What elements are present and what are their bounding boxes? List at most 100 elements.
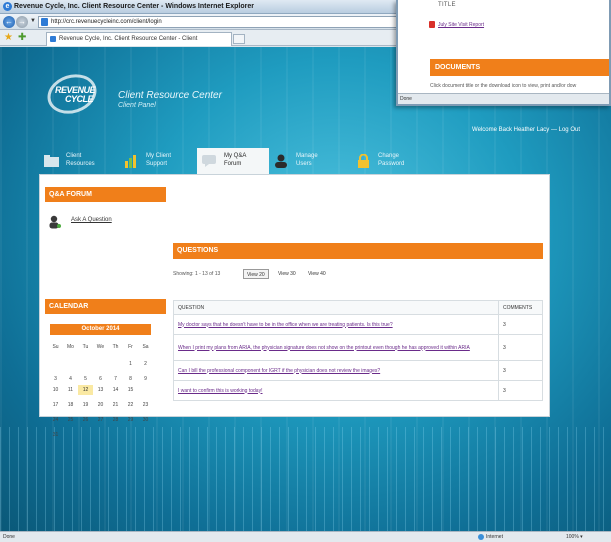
ask-question-user-icon[interactable] — [49, 215, 61, 229]
calendar-day[interactable] — [63, 359, 78, 369]
calendar-day[interactable]: 4 — [63, 374, 78, 384]
calendar-month[interactable]: October 2014 — [50, 324, 151, 335]
calendar-day[interactable]: 1 — [123, 359, 138, 369]
forward-arrow-icon[interactable]: → — [16, 16, 28, 28]
back-arrow-icon[interactable]: ← — [3, 16, 15, 28]
calendar-day[interactable]: 10 — [48, 385, 63, 395]
calendar-day[interactable]: 5 — [78, 374, 93, 384]
pdf-icon[interactable] — [429, 21, 435, 28]
browser-tab[interactable]: Revenue Cycle, Inc. Client Resource Cent… — [46, 32, 232, 46]
weekday-label: Tu — [82, 344, 89, 350]
ie-logo-icon: e — [3, 2, 12, 11]
tab-page-icon — [50, 36, 56, 42]
nav-tab-change-password[interactable]: Change Password — [351, 148, 435, 174]
calendar-day[interactable]: 28 — [108, 415, 123, 425]
calendar-weekdays: Su Mo Tu We Th Fr Sa — [48, 342, 156, 352]
calendar-day-today[interactable]: 12 — [78, 385, 93, 395]
zoom-label: 100% — [566, 534, 579, 540]
table-row: Can I bill the professional component fo… — [173, 360, 543, 381]
add-favorite-icon[interactable]: ✚ — [18, 32, 26, 43]
questions-table: QUESTION COMMENTS My doctor says that he… — [173, 300, 543, 401]
popup-status-bar: Done — [398, 93, 609, 104]
nav-tab-client-support[interactable]: My Client Support — [119, 148, 197, 174]
history-dropdown-icon[interactable]: ▼ — [30, 18, 36, 24]
calendar-day[interactable]: 3 — [48, 374, 63, 384]
calendar-day[interactable]: 24 — [48, 415, 63, 425]
calendar-day[interactable]: 17 — [48, 400, 63, 410]
page-viewport: REVENUE CYCLE Client Resource Center Cli… — [0, 47, 611, 531]
calendar-week: 31 — [48, 430, 156, 440]
calendar-day[interactable]: 20 — [93, 400, 108, 410]
security-zone[interactable]: Internet — [478, 532, 503, 542]
logo-word-2: CYCLE — [65, 94, 94, 104]
calendar-day[interactable] — [108, 359, 123, 369]
nav-tab-manage-users[interactable]: Manage Users — [269, 148, 351, 174]
calendar-day[interactable]: 22 — [123, 400, 138, 410]
questions-heading: QUESTIONS — [173, 243, 543, 259]
zoom-level[interactable]: 100% ▾ — [566, 532, 583, 542]
view-30-button[interactable]: View 30 — [275, 269, 299, 279]
calendar-week: 24 25 26 27 28 29 30 — [48, 415, 156, 425]
view-40-button[interactable]: View 40 — [305, 269, 329, 279]
calendar-day[interactable]: 21 — [108, 400, 123, 410]
new-tab-button[interactable] — [233, 34, 245, 44]
calendar-day[interactable]: 30 — [138, 415, 153, 425]
calendar-day[interactable]: 2 — [138, 359, 153, 369]
comment-count: 3 — [498, 380, 543, 401]
calendar-day[interactable]: 14 — [108, 385, 123, 395]
nav-tab-label: Change — [378, 153, 400, 159]
calendar-day[interactable] — [93, 359, 108, 369]
table-header-row: QUESTION COMMENTS — [173, 300, 543, 315]
calendar-day[interactable] — [78, 359, 93, 369]
favorites-star-icon[interactable]: ★ — [4, 32, 13, 43]
calendar-day[interactable]: 18 — [63, 400, 78, 410]
calendar-day[interactable]: 6 — [93, 374, 108, 384]
calendar-day[interactable]: 27 — [93, 415, 108, 425]
page-icon — [41, 18, 48, 26]
calendar-day[interactable]: 31 — [48, 430, 63, 440]
weekday-label: Mo — [67, 344, 74, 350]
calendar-day[interactable]: 29 — [123, 415, 138, 425]
column-header-comments[interactable]: COMMENTS — [498, 300, 543, 315]
nav-tab-label: Support — [146, 161, 168, 167]
question-link[interactable]: Can I bill the professional component fo… — [173, 360, 499, 381]
globe-icon — [478, 533, 484, 540]
calendar-day[interactable] — [48, 359, 63, 369]
question-link[interactable]: I want to confirm this is working today! — [173, 380, 499, 401]
view-20-button[interactable]: View 20 — [243, 269, 269, 279]
address-input[interactable]: http://crc.revenuecycleinc.com/client/lo… — [38, 16, 398, 28]
results-count: Showing: 1 - 13 of 13 — [173, 271, 221, 277]
calendar-day[interactable]: 26 — [78, 415, 93, 425]
calendar-week: 1 2 — [48, 359, 156, 369]
welcome-logout-link[interactable]: Welcome Back Heather Lacy — Log Out — [420, 127, 580, 133]
calendar-day[interactable]: 9 — [138, 374, 153, 384]
calendar-day[interactable]: 15 — [123, 385, 138, 395]
calendar-week: 3 4 5 6 7 8 9 — [48, 374, 156, 384]
calendar-day[interactable]: 8 — [123, 374, 138, 384]
window-title: Revenue Cycle, Inc. Client Resource Cent… — [14, 3, 254, 10]
weekday-label: We — [96, 344, 105, 350]
comment-count: 3 — [498, 314, 543, 335]
site-title: Client Resource Center — [118, 90, 222, 101]
nav-tab-client-resources[interactable]: Client Resources — [39, 148, 119, 174]
weekday-label: Fr — [128, 344, 133, 350]
company-logo[interactable]: REVENUE CYCLE — [42, 68, 103, 121]
folder-icon — [44, 155, 59, 167]
calendar-day[interactable]: 13 — [93, 385, 108, 395]
nav-tab-qa-forum[interactable]: My Q&A Forum — [197, 148, 269, 174]
table-row: My doctor says that he doesn't have to b… — [173, 314, 543, 335]
calendar-day[interactable]: 23 — [138, 400, 153, 410]
column-header-question[interactable]: QUESTION — [173, 300, 499, 315]
calendar-day[interactable]: 11 — [63, 385, 78, 395]
ask-question-link[interactable]: Ask A Question — [71, 217, 112, 223]
report-link[interactable]: July Site Visit Report — [438, 22, 484, 28]
question-link[interactable]: When I print my plans from ARIA, the phy… — [173, 334, 499, 361]
calendar-day[interactable] — [138, 385, 153, 395]
weekday-label: Th — [112, 344, 119, 350]
question-link[interactable]: My doctor says that he doesn't have to b… — [173, 314, 499, 335]
calendar-day[interactable]: 25 — [63, 415, 78, 425]
calendar-day[interactable]: 7 — [108, 374, 123, 384]
nav-tab-label: Client — [66, 153, 82, 159]
popup-window: TITLE July Site Visit Report DOCUMENTS C… — [396, 0, 611, 106]
calendar-day[interactable]: 19 — [78, 400, 93, 410]
